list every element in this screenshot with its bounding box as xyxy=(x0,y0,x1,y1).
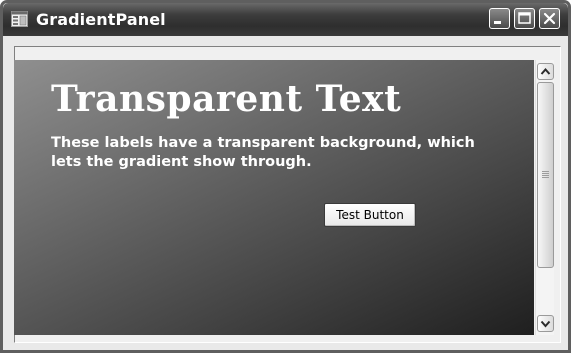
maximize-icon xyxy=(518,12,531,24)
maximize-button[interactable] xyxy=(514,8,535,29)
transparent-text-heading: Transparent Text xyxy=(51,78,402,120)
window-title: GradientPanel xyxy=(36,10,166,29)
scroll-thumb[interactable] xyxy=(537,82,554,268)
window-app-icon[interactable] xyxy=(11,11,28,27)
close-icon xyxy=(543,12,556,25)
test-button[interactable]: Test Button xyxy=(324,203,416,227)
title-bar[interactable]: GradientPanel xyxy=(3,3,568,36)
scroll-up-button[interactable] xyxy=(537,63,554,80)
scroll-down-arrow-icon xyxy=(540,320,551,328)
minimize-icon xyxy=(494,21,501,24)
minimize-button[interactable] xyxy=(489,8,510,29)
close-button[interactable] xyxy=(539,8,560,29)
scroll-down-button[interactable] xyxy=(537,315,554,332)
gradient-panel: Transparent Text These labels have a tra… xyxy=(14,60,534,335)
vertical-scrollbar[interactable] xyxy=(535,60,554,335)
scroll-up-arrow-icon xyxy=(540,67,551,75)
transparent-description-label: These labels have a transparent backgrou… xyxy=(51,135,475,170)
